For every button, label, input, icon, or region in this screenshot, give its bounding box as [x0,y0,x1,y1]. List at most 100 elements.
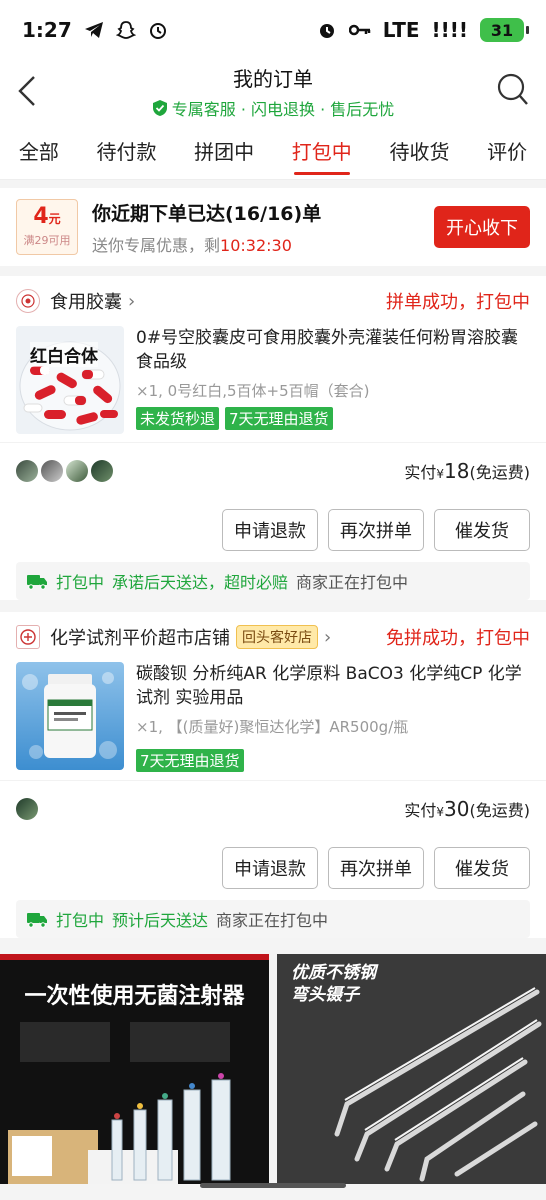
key-icon [348,23,371,37]
truck-icon [27,575,47,590]
notice-text: 承诺后天送达，超时必赔 [112,573,289,592]
tab-to-receive[interactable]: 待收货 [387,122,451,179]
tab-group-buying[interactable]: 拼团中 [192,122,256,179]
price-row: 实付¥30(免运费) [0,780,546,836]
order-actions: 申请退款 再次拼单 催发货 [0,836,546,900]
product-title: 碳酸钡 分析纯AR 化学原料 BaCO3 化学纯CP 化学试剂 实验用品 [136,664,522,708]
order-actions: 申请退款 再次拼单 催发货 [0,498,546,562]
avatar [66,459,88,482]
back-arrow-icon [18,76,35,106]
goods-info: 碳酸钡 分析纯AR 化学原料 BaCO3 化学纯CP 化学试剂 实验用品 ×1,… [136,662,530,772]
product-title: 0#号空胶囊皮可食用胶囊外壳灌装任何粉胃溶胶囊食品级 [136,328,519,372]
order-card: 食用胶囊 › 拼单成功，打包中 红白合体 0#号空胶囊皮可食用胶囊外壳灌装任何粉… [0,276,546,600]
subtitle-text: 专属客服 · 闪电退换 · 售后无忧 [171,99,395,119]
chevron-right-icon: › [128,290,136,312]
back-button[interactable] [14,74,42,108]
snapchat-icon [115,20,136,40]
urge-shipping-button[interactable]: 催发货 [434,847,530,889]
tweezers-illustration [334,987,542,1182]
notice-status: 打包中 [56,911,105,930]
refund-button[interactable]: 申请退款 [222,509,318,551]
goods-info: 0#号空胶囊皮可食用胶囊外壳灌装任何粉胃溶胶囊食品级 ×1, 0号红白,5百体+… [136,326,530,434]
notice-status: 打包中 [56,573,105,592]
alarm-icon [148,20,168,40]
recommendation-banners: 一次性使用无菌注射器 优质不锈钢 弯头镊子 [0,954,546,1184]
network-type: LTE [382,18,420,42]
goods-item[interactable]: 碳酸钡 分析纯AR 化学原料 BaCO3 化学纯CP 化学试剂 实验用品 ×1,… [0,662,546,780]
tag-badge: 未发货秒退 [136,407,220,430]
banner-title: 一次性使用无菌注射器 [24,984,245,1009]
shipping-notice[interactable]: 打包中 承诺后天送达，超时必赔 商家正在打包中 [16,562,530,600]
alarm-icon [317,20,337,40]
tag-badge: 7天无理由退货 [225,407,333,430]
avatar [41,459,63,482]
reorder-button[interactable]: 再次拼单 [328,509,424,551]
tag-badge: 7天无理由退货 [136,749,244,772]
product-tags: 未发货秒退 7天无理由退货 [136,407,530,430]
shop-name: 化学试剂平价超市店铺 [50,628,230,649]
home-indicator[interactable] [200,1183,346,1188]
tab-pending-payment[interactable]: 待付款 [94,122,158,179]
goods-item[interactable]: 红白合体 0#号空胶囊皮可食用胶囊外壳灌装任何粉胃溶胶囊食品级 ×1, 0号红白… [0,326,546,442]
syringe-ad-banner[interactable]: 一次性使用无菌注射器 [0,954,269,1184]
tab-packing[interactable]: 打包中 [290,122,354,179]
countdown-timer: 10:32:30 [220,235,292,255]
tab-all[interactable]: 全部 [17,122,61,179]
order-card: 化学试剂平价超市店铺 回头客好店 › 免拼成功，打包中 碳酸钡 分析纯AR 化学… [0,612,546,938]
promo-subtitle: 送你专属优惠，剩10:32:30 [92,235,292,255]
reorder-button[interactable]: 再次拼单 [328,847,424,889]
syringe-illustration [8,1022,231,1184]
search-icon [497,73,528,105]
notice-text: 预计后天送达 [112,911,209,930]
product-spec: ×1, 0号红白,5百体+5百帽（套合) [136,382,370,400]
search-button[interactable] [496,72,530,108]
product-image-label: 红白合体 [30,342,98,367]
shipping-notice[interactable]: 打包中 预计后天送达 商家正在打包中 [16,900,530,938]
shop-header[interactable]: 化学试剂平价超市店铺 回头客好店 › 免拼成功，打包中 [0,612,546,662]
coupon-condition: 满29可用 [23,234,71,247]
avatar [91,459,113,482]
avatar [16,797,38,820]
paid-amount: 实付¥18(免运费) [404,458,530,483]
product-spec: ×1, 【(质量好)聚恒达化学】AR500g/瓶 [136,718,409,736]
tweezers-ad-banner[interactable]: 优质不锈钢 弯头镊子 [277,954,546,1184]
order-tabs: 全部 待付款 拼团中 打包中 待收货 评价 [0,122,546,180]
group-avatars [16,459,113,482]
telegram-icon [84,21,104,39]
shop-badge: 回头客好店 [236,625,318,649]
coupon-amount: 4元 [33,204,61,229]
group-avatars [16,797,38,820]
shield-check-icon [152,99,167,116]
avatar [16,459,38,482]
order-status: 免拼成功，打包中 [386,628,530,649]
urge-shipping-button[interactable]: 催发货 [434,509,530,551]
coupon-card: 4元 满29可用 [16,199,78,255]
promo-title: 你近期下单已达(16/16)单 [92,202,322,225]
signal-indicator: !!!! [431,18,468,42]
shop-logo-icon [16,289,40,313]
product-tags: 7天无理由退货 [136,749,530,772]
product-image: 红白合体 [16,326,124,434]
product-image [16,662,124,770]
page-header: 我的订单 专属客服 · 闪电退换 · 售后无忧 [0,60,546,122]
price-row: 实付¥18(免运费) [0,442,546,498]
notice-extra: 商家正在打包中 [296,573,409,592]
status-bar: 1:27 LTE !!!! 31 [0,0,546,60]
order-status: 拼单成功，打包中 [386,292,530,313]
notice-extra: 商家正在打包中 [216,911,329,930]
shop-name: 食用胶囊 [50,292,122,313]
shop-logo-icon [16,625,40,649]
accept-coupon-button[interactable]: 开心收下 [434,206,530,248]
page-title: 我的订单 [233,66,313,91]
paid-amount: 实付¥30(免运费) [404,796,530,821]
service-subtitle: 专属客服 · 闪电退换 · 售后无忧 [152,96,395,120]
battery-indicator: 31 [480,18,529,42]
truck-icon [27,913,47,928]
chevron-right-icon: › [324,626,332,648]
promo-banner: 4元 满29可用 你近期下单已达(16/16)单 送你专属优惠，剩10:32:3… [0,188,546,266]
status-time: 1:27 [22,18,72,42]
shop-header[interactable]: 食用胶囊 › 拼单成功，打包中 [0,276,546,326]
refund-button[interactable]: 申请退款 [222,847,318,889]
tab-review[interactable]: 评价 [485,122,529,179]
promo-text: 你近期下单已达(16/16)单 送你专属优惠，剩10:32:30 [92,199,434,256]
